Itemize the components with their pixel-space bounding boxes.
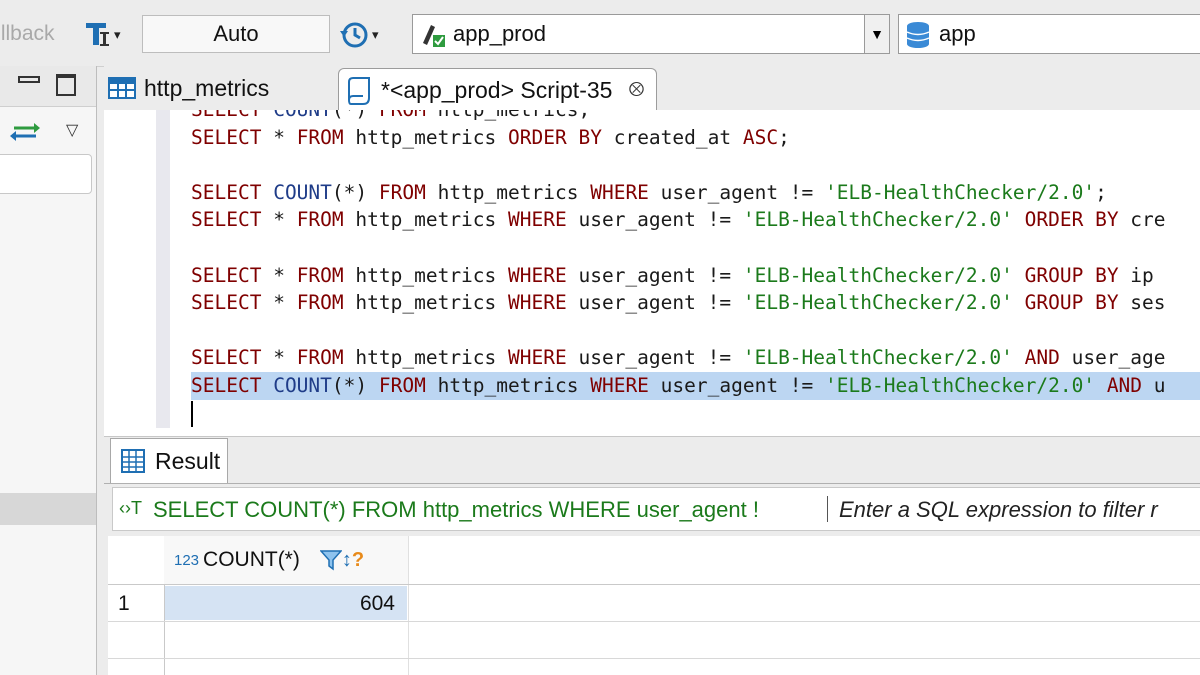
connection-icon — [423, 25, 445, 47]
grid-divider — [108, 584, 1200, 585]
code-line[interactable] — [191, 151, 1200, 179]
code-line[interactable]: SELECT * FROM http_metrics WHERE user_ag… — [191, 262, 1200, 290]
editor-gutter — [156, 110, 170, 428]
column-header-count[interactable]: 123 COUNT(*) ↕ ? — [164, 536, 408, 584]
history-icon — [340, 22, 368, 48]
grid-divider — [408, 536, 409, 675]
code-line[interactable]: SELECT COUNT(*) FROM http_metrics WHERE … — [191, 179, 1200, 207]
history-button[interactable]: ▾ — [338, 18, 379, 52]
result-tab-bar — [104, 436, 1200, 484]
navigator-panel: ▽ — [0, 66, 97, 675]
code-line[interactable]: SELECT COUNT(*) FROM http_metrics; — [191, 110, 1200, 124]
result-filter-bar: ‹›T SELECT COUNT(*) FROM http_metrics WH… — [112, 487, 1200, 531]
sql-editor[interactable]: SELECT COUNT(*) FROM http_metrics;SELECT… — [104, 110, 1200, 436]
tab-script-35[interactable]: *<app_prod> Script-35 ⮾ — [338, 68, 658, 112]
connection-dropdown-arrow[interactable]: ▼ — [864, 15, 889, 53]
tab-label: http_metrics — [144, 74, 270, 101]
grid-divider — [108, 658, 1200, 659]
tab-label: *<app_prod> Script-35 — [381, 77, 613, 103]
help-icon[interactable]: ? — [352, 549, 364, 572]
filter-divider — [827, 496, 828, 522]
navigator-selected-item[interactable] — [0, 493, 96, 525]
main-toolbar: Rollback ▾ Auto ▾ app_prod ▼ — [0, 0, 1200, 67]
rollback-button[interactable]: Rollback — [0, 22, 55, 46]
table-icon — [108, 77, 136, 99]
numeric-type-badge: 123 — [174, 551, 200, 569]
database-icon — [906, 22, 930, 48]
code-line[interactable]: SELECT * FROM http_metrics WHERE user_ag… — [191, 344, 1200, 372]
row-number: 1 — [118, 592, 130, 615]
code-line[interactable] — [191, 317, 1200, 345]
result-grid: 123 COUNT(*) ↕ ? 1 604 — [108, 536, 1200, 675]
text-cursor — [191, 401, 193, 428]
code-line-cursor[interactable] — [191, 400, 1200, 428]
tab-http-metrics[interactable]: http_metrics — [108, 68, 269, 108]
cell-value: 604 — [359, 592, 395, 615]
result-tab-label: Result — [155, 447, 221, 474]
maximize-icon[interactable] — [56, 74, 76, 96]
code-line[interactable]: SELECT COUNT(*) FROM http_metrics WHERE … — [191, 371, 1200, 400]
rollback-label: Rollback — [0, 22, 55, 45]
text-format-icon — [86, 23, 109, 46]
code-line[interactable]: SELECT * FROM http_metrics WHERE user_ag… — [191, 289, 1200, 317]
chevron-down-icon: ▼ — [870, 26, 884, 42]
tab-result[interactable]: Result — [110, 438, 228, 483]
filter-input[interactable]: Enter a SQL expression to filter r — [839, 497, 1158, 523]
filter-icon[interactable] — [319, 549, 342, 571]
sql-script-icon — [348, 76, 370, 105]
navigator-filter-input[interactable] — [0, 154, 92, 194]
database-name: app — [939, 21, 976, 46]
database-selector[interactable]: app — [898, 14, 1200, 54]
view-menu-icon[interactable]: ▽ — [66, 120, 78, 140]
transaction-mode-selector[interactable]: Auto — [142, 15, 330, 53]
code-lines[interactable]: SELECT COUNT(*) FROM http_metrics;SELECT… — [191, 110, 1200, 428]
sql-query-icon: ‹›T — [119, 498, 142, 518]
text-format-button[interactable]: ▾ — [84, 18, 121, 52]
code-line[interactable] — [191, 234, 1200, 262]
column-name: COUNT(*) — [203, 548, 300, 571]
code-line[interactable]: SELECT * FROM http_metrics WHERE user_ag… — [191, 206, 1200, 234]
link-editor-icon[interactable] — [10, 122, 40, 142]
minimize-icon[interactable] — [18, 76, 40, 83]
navigator-header — [0, 66, 96, 107]
chevron-down-icon: ▾ — [114, 27, 121, 42]
connection-name: app_prod — [453, 21, 546, 46]
connection-selector[interactable]: app_prod ▼ — [412, 14, 890, 54]
transaction-mode-label: Auto — [213, 21, 259, 46]
grid-divider — [108, 621, 1200, 622]
grid-icon — [121, 449, 145, 473]
sort-icon[interactable]: ↕ — [342, 549, 352, 572]
chevron-down-icon: ▾ — [372, 27, 379, 42]
code-line[interactable]: SELECT * FROM http_metrics ORDER BY crea… — [191, 124, 1200, 152]
executed-query-text: SELECT COUNT(*) FROM http_metrics WHERE … — [153, 497, 759, 522]
close-icon[interactable]: ⮾ — [628, 79, 644, 102]
